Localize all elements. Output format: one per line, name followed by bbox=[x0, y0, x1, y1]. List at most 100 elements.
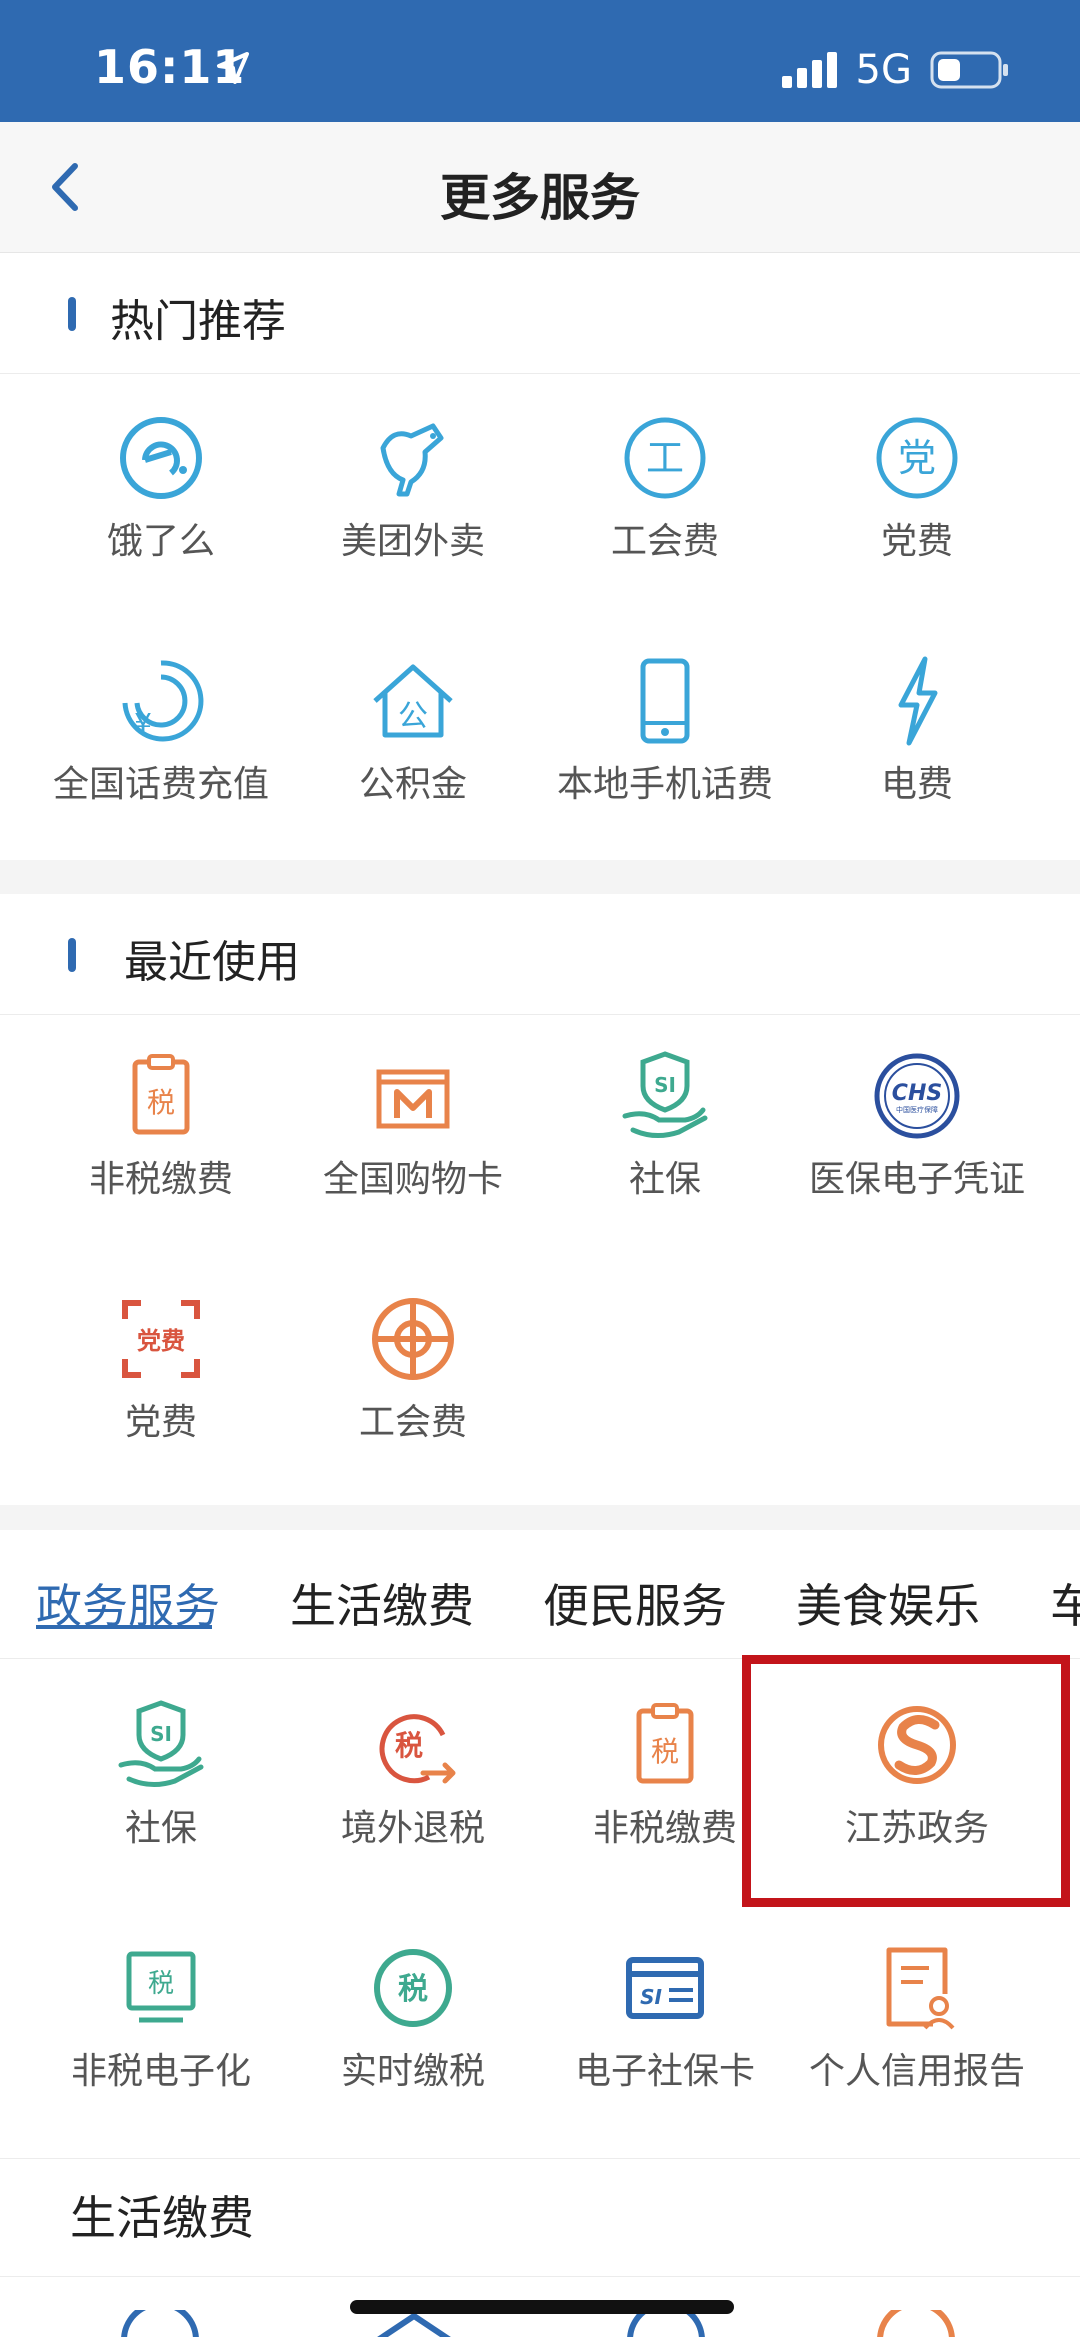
fund-glyph: 公 bbox=[398, 699, 428, 734]
service-label: 工会费 bbox=[358, 1402, 467, 1443]
credit-report-icon bbox=[886, 1947, 955, 2030]
service-label: 电子社保卡 bbox=[574, 2051, 755, 2092]
service-party-fee[interactable]: 党 党费 bbox=[782, 408, 1052, 608]
home-indicator bbox=[350, 2300, 734, 2314]
yuan-glyph: ¥ bbox=[134, 707, 152, 740]
party-glyph: 党 bbox=[898, 436, 936, 480]
network-label: 5G bbox=[855, 47, 912, 93]
service-label: 医保电子凭证 bbox=[808, 1159, 1025, 1200]
service-nontax-electronic[interactable]: 税 非税电子化 bbox=[26, 1938, 296, 2138]
tab-convenience[interactable]: 便民服务 bbox=[543, 1570, 727, 1636]
si-glyph: SI bbox=[150, 1722, 172, 1746]
service-label: 社保 bbox=[628, 1159, 701, 1200]
tab-life-payment[interactable]: 生活缴费 bbox=[290, 1570, 474, 1636]
service-label: 全国话费充值 bbox=[52, 764, 269, 805]
si-glyph: SI bbox=[654, 1073, 676, 1097]
service-label: 非税缴费 bbox=[88, 1159, 233, 1200]
service-phone-recharge[interactable]: ¥ 全国话费充值 bbox=[26, 651, 296, 851]
service-eleme[interactable]: 饿了么 bbox=[26, 408, 296, 608]
service-label: 党费 bbox=[880, 521, 953, 562]
house-fund-icon: 公 bbox=[373, 664, 453, 738]
tax-clipboard-icon: 税 bbox=[636, 1703, 694, 1784]
page-title: 更多服务 bbox=[440, 169, 640, 227]
divider bbox=[0, 2158, 1080, 2159]
tab-car[interactable]: 车 bbox=[1050, 1570, 1080, 1636]
phone-icon bbox=[640, 658, 690, 744]
service-meituan[interactable]: 美团外卖 bbox=[278, 408, 548, 608]
service-nontax-payment[interactable]: 税 非税缴费 bbox=[26, 1046, 296, 1246]
service-label: 工会费 bbox=[610, 521, 719, 562]
service-label: 党费 bbox=[124, 1402, 197, 1443]
service-shopping-card[interactable]: 全国购物卡 bbox=[278, 1046, 548, 1246]
highlight-box bbox=[742, 1655, 1070, 1907]
hot-section-header: 热门推荐 bbox=[0, 253, 1080, 374]
party-fee-glyph: 党费 bbox=[137, 1327, 185, 1355]
union-fee-icon bbox=[372, 1298, 454, 1380]
si-glyph: SI bbox=[640, 1985, 662, 2009]
chs-icon: CHS 中国医疗保障 bbox=[874, 1053, 960, 1139]
kangaroo-icon bbox=[380, 423, 444, 497]
location-arrow-icon bbox=[217, 52, 249, 84]
party-icon: 党 bbox=[876, 417, 958, 499]
service-label: 实时缴税 bbox=[340, 2051, 485, 2092]
status-bar: 16:11 5G bbox=[0, 0, 1080, 122]
service-label: 本地手机话费 bbox=[556, 764, 773, 805]
shopping-card-icon bbox=[376, 1069, 450, 1129]
chs-subtext: 中国医疗保障 bbox=[896, 1105, 938, 1114]
service-medical-voucher[interactable]: CHS 中国医疗保障 医保电子凭证 bbox=[782, 1046, 1052, 1246]
tax-glyph: 税 bbox=[651, 1735, 679, 1768]
service-local-phone[interactable]: 本地手机话费 bbox=[530, 651, 800, 851]
partial-icon bbox=[627, 2310, 705, 2337]
service-tax-refund[interactable]: 税 境外退税 bbox=[278, 1695, 548, 1895]
service-realtime-tax[interactable]: 税 实时缴税 bbox=[278, 1938, 548, 2138]
party-fee-icon: 党费 bbox=[122, 1300, 200, 1378]
service-social-security[interactable]: SI 社保 bbox=[530, 1046, 800, 1246]
si-card-icon: SI bbox=[626, 1957, 704, 2019]
partial-icon bbox=[877, 2310, 955, 2337]
service-union-fee-2[interactable]: 工会费 bbox=[278, 1289, 548, 1489]
signal-icon bbox=[781, 52, 837, 88]
realtime-tax-icon: 税 bbox=[374, 1949, 452, 2027]
recent-section-title: 最近使用 bbox=[124, 937, 300, 988]
section-accent-bar bbox=[68, 297, 76, 331]
service-label: 美团外卖 bbox=[340, 521, 485, 562]
union-glyph: 工 bbox=[646, 436, 684, 480]
social-security-icon: SI bbox=[622, 1051, 708, 1138]
service-credit-report[interactable]: 个人信用报告 bbox=[782, 1938, 1052, 2138]
service-label: 全国购物卡 bbox=[322, 1159, 503, 1200]
recent-section-header: 最近使用 bbox=[0, 894, 1080, 1015]
tax-glyph: 税 bbox=[148, 1969, 174, 1999]
category-tabs: 政务服务 生活缴费 便民服务 美食娱乐 车 bbox=[0, 1530, 1080, 1659]
service-social-security-2[interactable]: SI 社保 bbox=[26, 1695, 296, 1895]
service-housing-fund[interactable]: 公 公积金 bbox=[278, 651, 548, 851]
nav-bar: 更多服务 bbox=[0, 122, 1080, 253]
tab-food-entertainment[interactable]: 美食娱乐 bbox=[796, 1570, 980, 1636]
tax-monitor-icon: 税 bbox=[126, 1951, 196, 2023]
divider bbox=[0, 2276, 1080, 2277]
section-accent-bar bbox=[68, 938, 76, 972]
union-icon: 工 bbox=[624, 417, 706, 499]
service-label: 非税电子化 bbox=[70, 2051, 251, 2092]
hot-section-title: 热门推荐 bbox=[110, 296, 286, 347]
chs-glyph: CHS bbox=[892, 1081, 942, 1106]
service-party-fee-2[interactable]: 党费 党费 bbox=[26, 1289, 296, 1489]
service-label: 公积金 bbox=[358, 764, 467, 805]
service-union-fee[interactable]: 工 工会费 bbox=[530, 408, 800, 608]
service-e-si-card[interactable]: SI 电子社保卡 bbox=[530, 1938, 800, 2138]
lightning-icon bbox=[898, 656, 938, 746]
section-gap bbox=[0, 860, 1080, 894]
tax-clipboard-icon: 税 bbox=[132, 1054, 190, 1135]
social-security-icon: SI bbox=[118, 1700, 204, 1787]
active-tab-indicator bbox=[36, 1625, 212, 1629]
eleme-icon bbox=[120, 417, 202, 499]
battery-icon bbox=[930, 51, 1008, 89]
life-payment-section-title: 生活缴费 bbox=[70, 2191, 254, 2245]
service-label: 电费 bbox=[880, 764, 953, 805]
service-electricity[interactable]: 电费 bbox=[782, 651, 1052, 851]
yuan-recharge-icon: ¥ bbox=[122, 660, 204, 742]
service-label: 饿了么 bbox=[106, 521, 215, 562]
tax-refund-icon: 税 bbox=[379, 1714, 456, 1784]
tax-glyph: 税 bbox=[147, 1086, 175, 1119]
service-label: 个人信用报告 bbox=[808, 2051, 1025, 2092]
service-label: 社保 bbox=[124, 1808, 197, 1849]
